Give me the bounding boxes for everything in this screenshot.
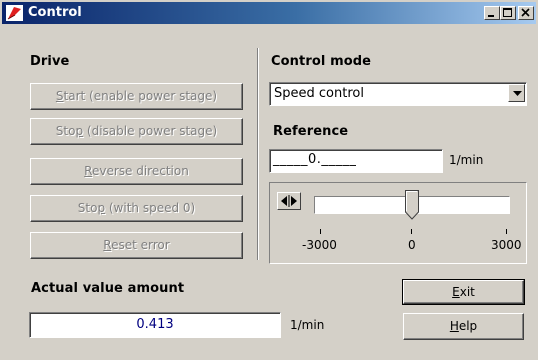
- tick-min: [320, 229, 321, 234]
- maximize-icon: [503, 8, 512, 17]
- slider-min-label: -3000: [302, 238, 337, 252]
- reverse-direction-button[interactable]: Reverse direction: [30, 158, 243, 185]
- slider-max-label: 3000: [491, 238, 522, 252]
- actual-value-unit: 1/min: [290, 318, 325, 332]
- reference-heading: Reference: [273, 124, 349, 139]
- stop-disable-button[interactable]: Stop (disable power stage): [30, 118, 243, 145]
- reference-slider-box: -3000 0 3000: [269, 182, 527, 264]
- slider-thumb[interactable]: [405, 190, 419, 220]
- title-bar[interactable]: Control: [2, 2, 536, 24]
- dropdown-button[interactable]: [508, 84, 525, 102]
- stop-speed-zero-button[interactable]: Stop (with speed 0): [30, 195, 243, 222]
- maximize-button[interactable]: [500, 6, 516, 20]
- control-mode-heading: Control mode: [271, 54, 372, 69]
- tick-max: [506, 229, 507, 234]
- reset-error-button[interactable]: Reset error: [30, 232, 243, 259]
- window-title: Control: [28, 5, 82, 20]
- start-button[interactable]: Start (enable power stage): [30, 83, 243, 110]
- actual-value-field: 0.413: [29, 312, 281, 338]
- reference-unit: 1/min: [449, 153, 484, 167]
- actual-value-heading: Actual value amount: [31, 281, 185, 296]
- left-right-arrows-icon: [281, 195, 297, 207]
- section-divider: [257, 48, 259, 260]
- minimize-icon: [488, 15, 494, 17]
- slider-mid-label: 0: [408, 238, 416, 252]
- slider-spin-button[interactable]: [277, 192, 301, 210]
- reference-value: _____0._____: [273, 152, 357, 167]
- close-button[interactable]: [518, 6, 534, 20]
- reference-input[interactable]: _____0._____: [269, 149, 443, 173]
- control-mode-select[interactable]: Speed control: [269, 82, 527, 106]
- chevron-down-icon: [513, 91, 522, 96]
- help-button[interactable]: Help: [403, 313, 524, 340]
- app-icon: [6, 5, 23, 21]
- exit-button[interactable]: Exit: [402, 279, 525, 305]
- drive-heading: Drive: [30, 54, 70, 69]
- close-icon: [521, 8, 530, 17]
- tick-mid: [411, 229, 412, 234]
- control-window: Control Drive Start (enable power stage)…: [0, 0, 538, 360]
- minimize-button[interactable]: [484, 6, 500, 20]
- control-mode-value: Speed control: [274, 86, 364, 101]
